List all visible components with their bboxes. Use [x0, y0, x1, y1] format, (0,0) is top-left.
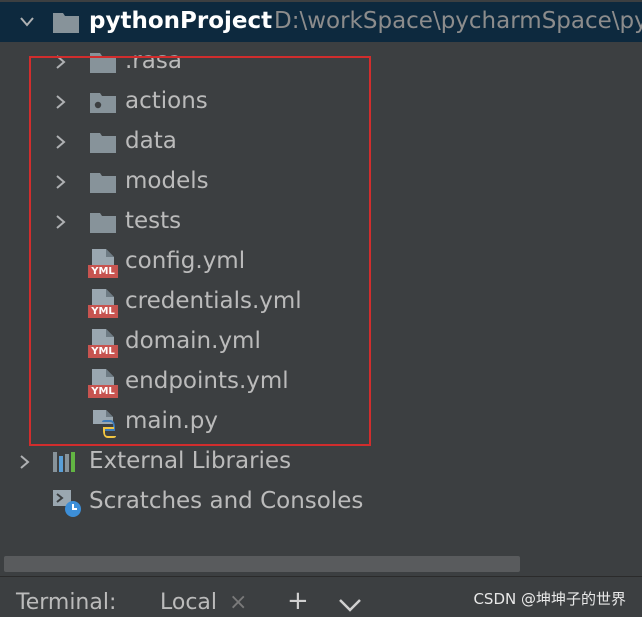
folder-icon	[89, 170, 117, 194]
tree-item-label: actions	[125, 88, 208, 114]
tree-item-label: credentials.yml	[125, 288, 302, 314]
folder-icon	[89, 50, 117, 74]
folder-icon	[89, 210, 117, 234]
tree-item-label: config.yml	[125, 248, 246, 274]
tree-row-scratches[interactable]: Scratches and Consoles	[0, 482, 642, 522]
chevron-right-icon[interactable]	[54, 135, 68, 149]
yml-badge: YML	[88, 345, 118, 358]
tree-row-tests[interactable]: tests	[0, 202, 642, 242]
tree-row-actions[interactable]: actions	[0, 82, 642, 122]
tree-item-label: endpoints.yml	[125, 368, 289, 394]
tree-row-external-libraries[interactable]: External Libraries	[0, 442, 642, 482]
python-file-icon	[90, 408, 122, 438]
tree-row-domain-yml[interactable]: YML domain.yml	[0, 322, 642, 362]
tree-row-config-yml[interactable]: YML config.yml	[0, 242, 642, 282]
tree-row-endpoints-yml[interactable]: YML endpoints.yml	[0, 362, 642, 402]
folder-icon	[89, 130, 117, 154]
add-terminal-icon[interactable]: +	[287, 586, 309, 616]
watermark: CSDN @坤坤子的世界	[473, 590, 626, 608]
close-icon[interactable]: ×	[229, 590, 247, 615]
chevron-right-icon[interactable]	[18, 455, 32, 469]
tree-item-label: data	[125, 128, 177, 154]
chevron-right-icon[interactable]	[54, 175, 68, 189]
scratches-icon	[52, 488, 84, 518]
scratches-label: Scratches and Consoles	[89, 488, 364, 514]
project-tree: pythonProject D:\workSpace\pycharmSpace\…	[0, 0, 642, 560]
yml-file-icon: YML	[88, 367, 120, 399]
project-path: D:\workSpace\pycharmSpace\py	[274, 8, 642, 34]
tree-row-credentials-yml[interactable]: YML credentials.yml	[0, 282, 642, 322]
tree-item-label: .rasa	[125, 48, 182, 74]
tree-item-label: domain.yml	[125, 328, 261, 354]
tree-row-rasa[interactable]: .rasa	[0, 42, 642, 82]
tree-item-label: models	[125, 168, 209, 194]
tree-row-main-py[interactable]: main.py	[0, 402, 642, 442]
tree-row-models[interactable]: models	[0, 162, 642, 202]
chevron-down-icon[interactable]	[339, 598, 361, 612]
yml-file-icon: YML	[88, 327, 120, 359]
terminal-tab-local[interactable]: Local	[160, 590, 217, 615]
chevron-down-icon[interactable]	[20, 15, 34, 29]
package-folder-icon	[89, 90, 117, 114]
project-name: pythonProject	[89, 8, 273, 34]
tree-row-data[interactable]: data	[0, 122, 642, 162]
terminal-label: Terminal:	[16, 590, 117, 615]
tree-row-project-root[interactable]: pythonProject D:\workSpace\pycharmSpace\…	[0, 2, 642, 42]
folder-icon	[52, 10, 80, 34]
chevron-right-icon[interactable]	[54, 55, 68, 69]
yml-badge: YML	[88, 265, 118, 278]
yml-file-icon: YML	[88, 287, 120, 319]
library-icon	[52, 450, 80, 474]
tree-item-label: tests	[125, 208, 182, 234]
chevron-right-icon[interactable]	[54, 215, 68, 229]
yml-badge: YML	[88, 305, 118, 318]
chevron-right-icon[interactable]	[54, 95, 68, 109]
external-libraries-label: External Libraries	[89, 448, 292, 474]
tree-item-label: main.py	[125, 408, 218, 434]
horizontal-scrollbar-thumb[interactable]	[4, 556, 520, 572]
yml-file-icon: YML	[88, 247, 120, 279]
yml-badge: YML	[88, 385, 118, 398]
